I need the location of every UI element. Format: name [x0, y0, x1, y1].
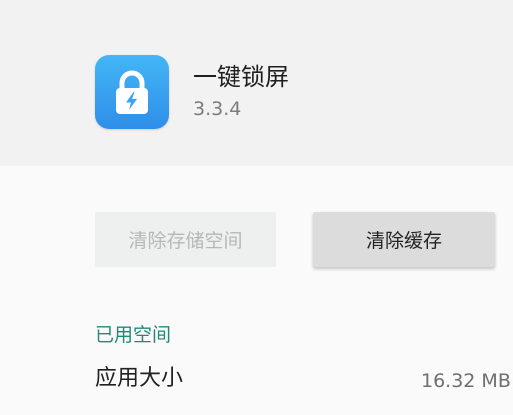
lock-bolt-icon — [116, 70, 148, 114]
app-name: 一键锁屏 — [193, 63, 289, 91]
app-info-header: 一键锁屏 3.3.4 — [0, 0, 513, 166]
storage-section-title: 已用空间 — [95, 324, 172, 346]
app-size-value: 16.32 MB — [421, 370, 511, 392]
clear-cache-button[interactable]: 清除缓存 — [313, 212, 495, 267]
clear-cache-label: 清除缓存 — [365, 230, 442, 252]
clear-storage-label: 清除存储空间 — [128, 230, 243, 252]
app-version: 3.3.4 — [193, 98, 242, 120]
clear-storage-button[interactable]: 清除存储空间 — [95, 212, 276, 267]
app-icon — [95, 55, 169, 129]
app-size-label: 应用大小 — [95, 366, 184, 391]
